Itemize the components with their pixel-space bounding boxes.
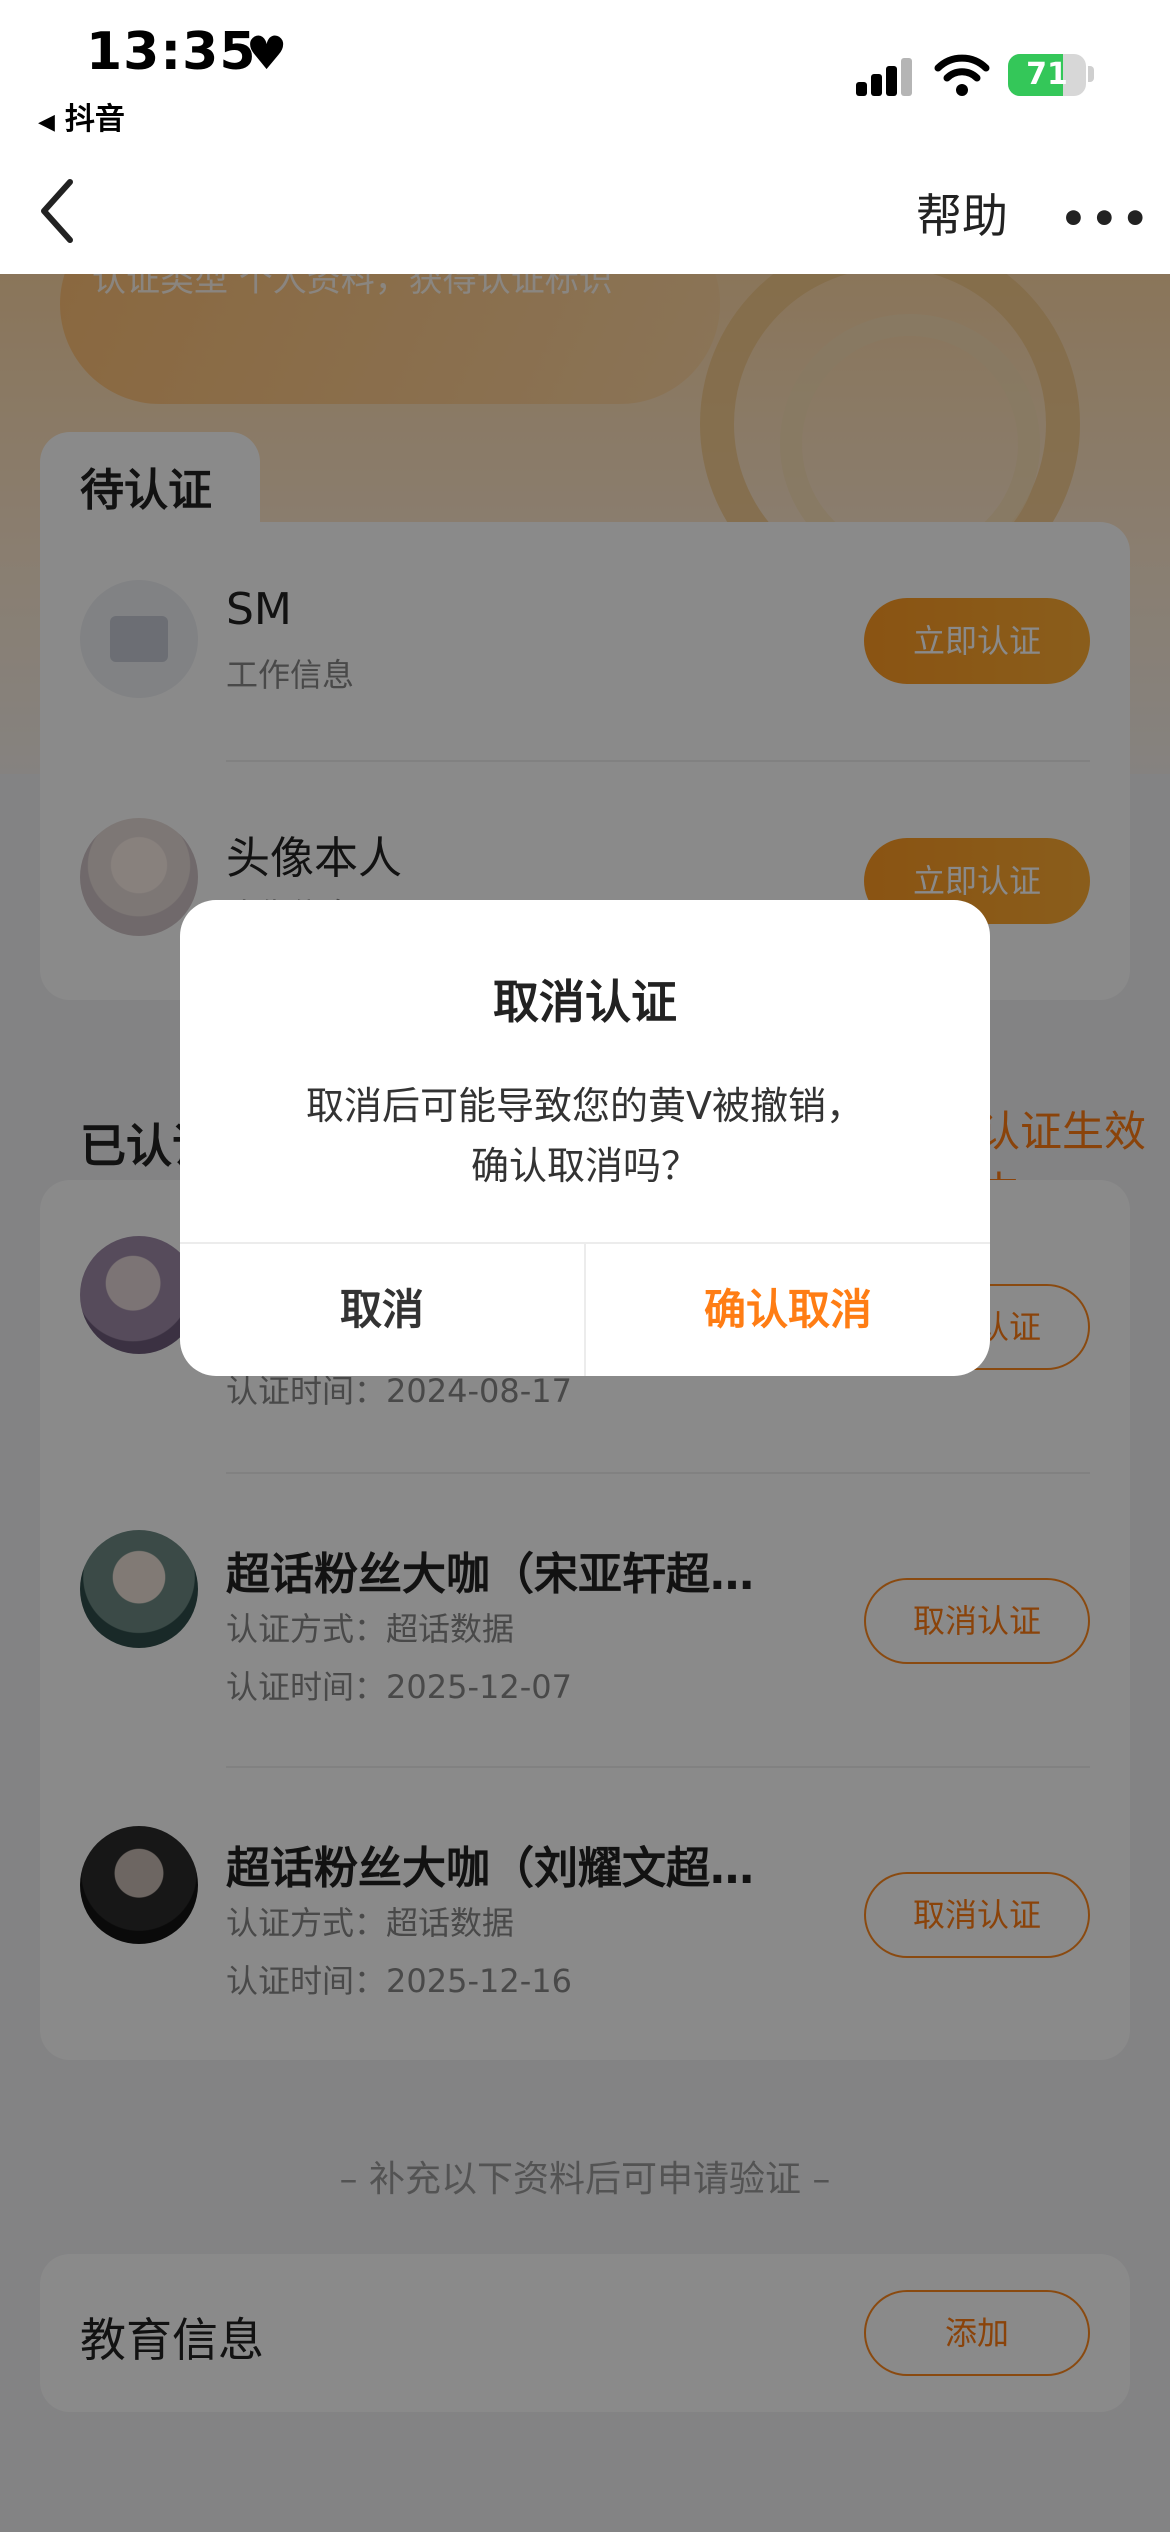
back-to-app-link[interactable]: ◀ 抖音	[38, 94, 125, 138]
back-triangle-icon: ◀	[38, 110, 55, 135]
clock: 13:35	[86, 22, 257, 82]
back-app-label: 抖音	[64, 102, 125, 137]
battery-icon: 71	[1008, 54, 1086, 96]
nav-bar: 帮助 •••	[0, 150, 1170, 274]
help-button[interactable]: 帮助	[916, 180, 1008, 246]
verification-page: 13:35 ♥ ◀ 抖音 71 帮助 ••• 认证类型 个人资料，获得认证标识 …	[0, 0, 1170, 2532]
cancel-verification-dialog: 取消认证 取消后可能导致您的黄V被撤销， 确认取消吗？ 取消 确认取消	[180, 900, 990, 1376]
dialog-message-line: 取消后可能导致您的黄V被撤销，	[306, 1084, 864, 1128]
heart-icon: ♥	[246, 26, 288, 80]
more-options-icon[interactable]: •••	[1060, 194, 1153, 243]
chevron-left-icon[interactable]	[36, 176, 80, 246]
wifi-icon	[934, 54, 990, 96]
dialog-confirm-button[interactable]: 确认取消	[586, 1244, 990, 1376]
status-bar: 13:35 ♥ ◀ 抖音 71	[0, 0, 1170, 150]
dialog-cancel-button[interactable]: 取消	[180, 1244, 584, 1376]
dialog-title: 取消认证	[493, 975, 677, 1029]
cellular-signal-icon	[856, 56, 912, 96]
battery-label: 71	[1026, 57, 1068, 92]
modal-overlay[interactable]	[0, 274, 1170, 2532]
battery-cap	[1088, 66, 1094, 82]
dialog-message-line: 确认取消吗？	[470, 1144, 699, 1188]
dialog-message: 取消后可能导致您的黄V被撤销， 确认取消吗？	[240, 1076, 930, 1196]
